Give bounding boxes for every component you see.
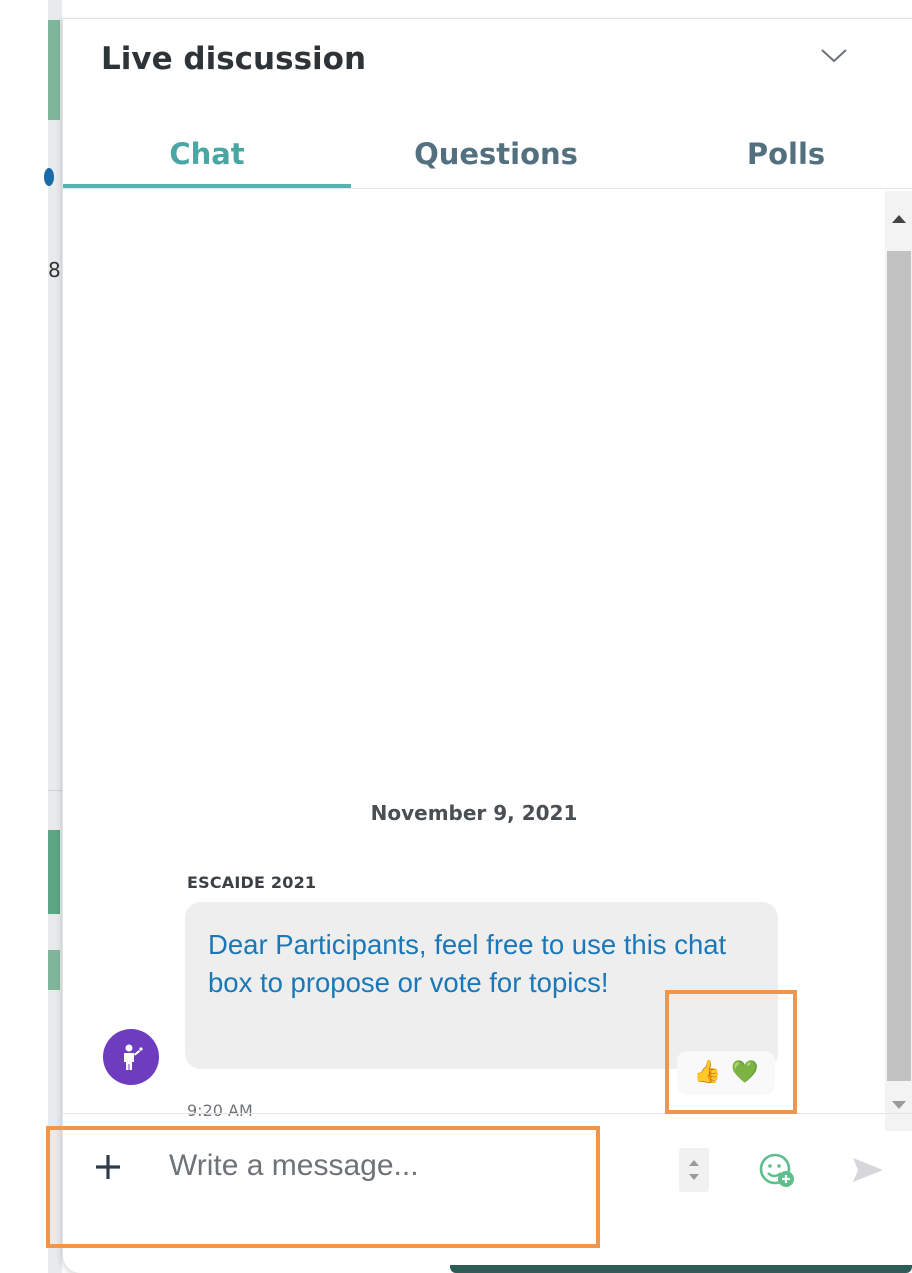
- add-emoji-icon[interactable]: [757, 1150, 797, 1190]
- background-green-block: [48, 20, 60, 120]
- scroll-thumb[interactable]: [887, 251, 911, 1081]
- presenter-icon: [124, 1044, 143, 1070]
- send-icon[interactable]: [851, 1156, 885, 1184]
- background-page: 8: [0, 0, 70, 1273]
- background-text-fragment: 8: [48, 258, 61, 282]
- tab-polls[interactable]: Polls: [641, 119, 912, 189]
- background-green-block: [48, 950, 60, 990]
- input-resize-stepper[interactable]: [679, 1148, 709, 1192]
- panel-title: Live discussion: [101, 41, 367, 77]
- tab-questions[interactable]: Questions: [351, 119, 641, 189]
- scroll-up-arrow-icon[interactable]: [885, 209, 912, 227]
- active-tab-indicator: [63, 184, 351, 188]
- background-green-block: [48, 830, 60, 914]
- stepper-arrows-icon: [689, 1160, 699, 1180]
- tab-chat[interactable]: Chat: [63, 119, 351, 189]
- avatar: [103, 1029, 159, 1085]
- chat-scrollbar[interactable]: [885, 191, 912, 1131]
- chevron-down-icon: [821, 49, 847, 63]
- reactions-highlight-box: [665, 990, 797, 1114]
- background-strip: [48, 0, 62, 1273]
- background-bottom-bar: [450, 1265, 912, 1273]
- background-dot: [44, 168, 54, 186]
- composer-highlight-box: [46, 1126, 600, 1248]
- message-sender: ESCAIDE 2021: [187, 873, 317, 892]
- tab-bar: Chat Questions Polls: [63, 119, 912, 189]
- collapse-button[interactable]: [817, 41, 851, 71]
- date-separator: November 9, 2021: [370, 801, 578, 825]
- background-divider: [48, 790, 62, 791]
